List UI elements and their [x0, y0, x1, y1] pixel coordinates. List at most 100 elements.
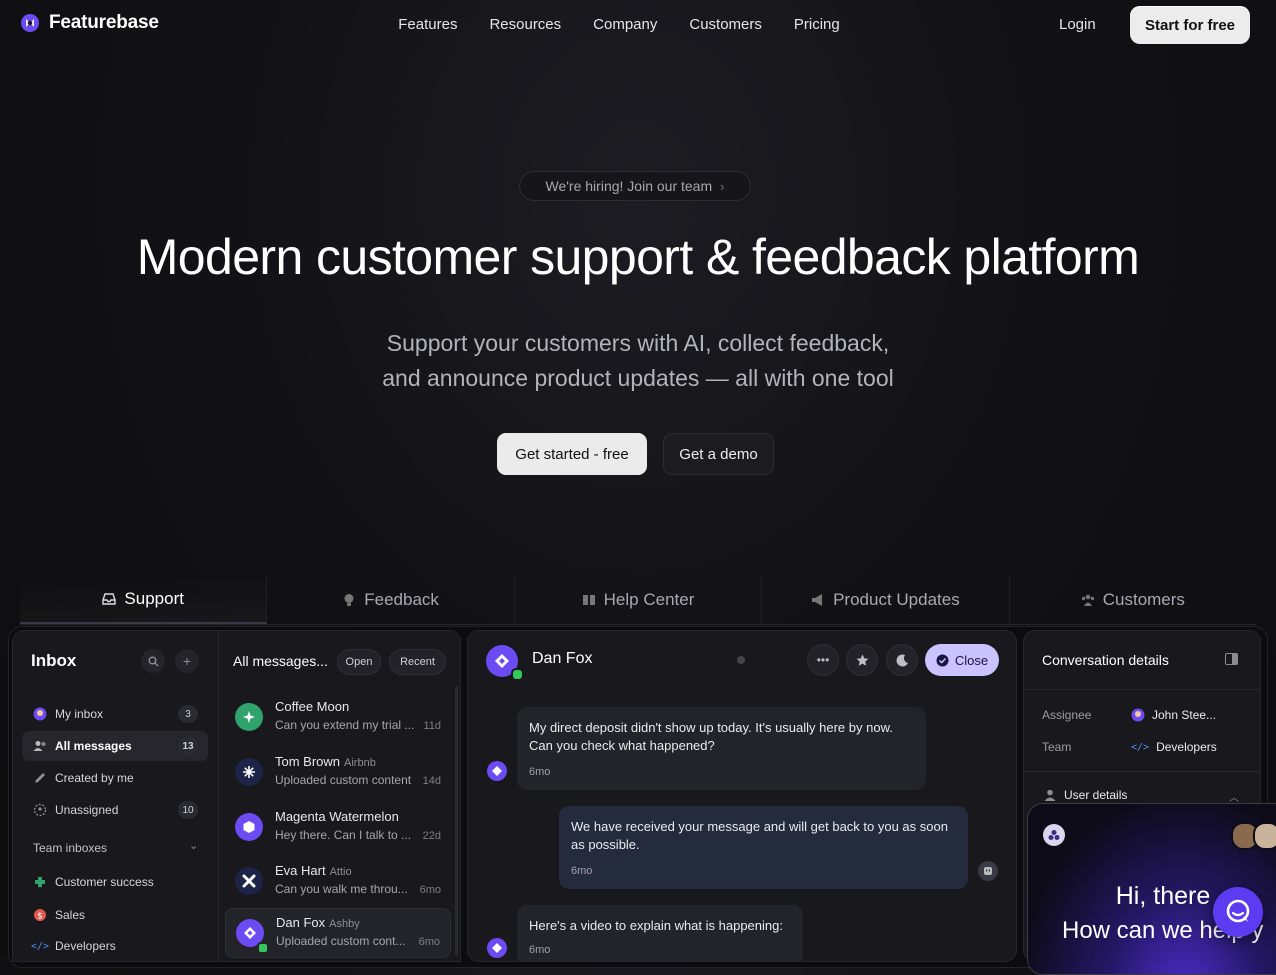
- agent-avatar: [1253, 822, 1276, 850]
- messages-header[interactable]: All messages...: [233, 653, 328, 669]
- brand-name: Featurebase: [49, 12, 159, 33]
- chevron-down-icon[interactable]: ⌄: [189, 839, 198, 852]
- conversation-company: Ashby: [329, 918, 360, 930]
- conversation-time: 22d: [422, 830, 441, 842]
- more-button[interactable]: •••: [807, 644, 839, 676]
- unassigned-icon: [33, 803, 47, 817]
- assignee-value[interactable]: John Stee...: [1131, 708, 1216, 722]
- user-icon: [1044, 789, 1056, 801]
- close-conversation-button[interactable]: Close: [925, 644, 999, 676]
- inbox-item-unassigned[interactable]: Unassigned 10: [22, 795, 208, 825]
- chat-launcher-button[interactable]: [1213, 887, 1263, 937]
- conversation-time: 6mo: [418, 936, 440, 948]
- message-text: My direct deposit didn't show up today. …: [529, 720, 893, 753]
- details-title: Conversation details: [1042, 652, 1169, 668]
- nav-link-features[interactable]: Features: [398, 16, 457, 33]
- team-inboxes-header[interactable]: Team inboxes: [33, 841, 107, 855]
- conversation-item[interactable]: Eva Hart Attio Can you walk me throu... 6…: [225, 857, 451, 907]
- conversation-preview: Can you extend my trial ...: [275, 718, 415, 732]
- tab-help-center[interactable]: Help Center: [515, 576, 763, 624]
- count-badge: 13: [178, 737, 198, 755]
- user-details-header[interactable]: User details: [1044, 788, 1127, 802]
- count-badge: 10: [178, 801, 198, 819]
- hexagon-avatar-icon: [235, 813, 263, 841]
- scrollbar[interactable]: [455, 686, 458, 956]
- code-icon: </>: [30, 940, 50, 952]
- tab-customers[interactable]: Customers: [1010, 576, 1256, 624]
- more-icon: •••: [816, 653, 830, 667]
- inbox-item-created-by-me[interactable]: Created by me: [22, 763, 208, 793]
- code-icon: </>: [1131, 741, 1150, 753]
- login-link[interactable]: Login: [1059, 16, 1096, 33]
- conversation-item[interactable]: Coffee Moon Can you extend my trial ... …: [225, 693, 451, 743]
- inbox-item-all-messages[interactable]: All messages 13: [22, 731, 208, 761]
- tab-product-updates[interactable]: Product Updates: [762, 576, 1010, 624]
- search-button[interactable]: [141, 649, 165, 673]
- inbox-item-label: My inbox: [55, 707, 104, 721]
- online-indicator: [511, 668, 524, 681]
- team-item-label: Sales: [55, 908, 86, 922]
- inbox-item-label: Created by me: [55, 771, 134, 785]
- count-badge: 3: [178, 705, 198, 723]
- chevron-up-icon[interactable]: ︿: [1229, 789, 1239, 804]
- conversation-name: Tom Brown Airbnb: [275, 754, 376, 769]
- team-item-label: Developers: [55, 939, 116, 953]
- inbox-title: Inbox: [31, 651, 77, 670]
- conversation-preview: Can you walk me throu...: [275, 882, 408, 896]
- tab-label: Help Center: [603, 590, 695, 609]
- hero-subtitle: Support your customers with AI, collect …: [0, 326, 1276, 396]
- inbox-item-my-inbox[interactable]: My inbox 3: [22, 699, 208, 729]
- megaphone-icon: [812, 594, 823, 606]
- hiring-text: We're hiring! Join our team: [545, 178, 713, 194]
- tab-support[interactable]: Support: [20, 576, 268, 624]
- team-item-label: Customer success: [55, 875, 154, 889]
- conversation-name: Magenta Watermelon: [275, 809, 399, 824]
- status-dot: [737, 656, 745, 664]
- plus-icon: +: [182, 653, 192, 669]
- team-item-customer-success[interactable]: Customer success: [22, 867, 208, 897]
- message-time: 6mo: [529, 766, 551, 778]
- message-bubble-incoming: Here's a video to explain what is happen…: [517, 905, 803, 961]
- nav-link-pricing[interactable]: Pricing: [794, 16, 840, 33]
- brand-logo[interactable]: Featurebase: [20, 12, 159, 34]
- star-avatar-icon: [235, 758, 263, 786]
- snooze-button[interactable]: [886, 644, 918, 676]
- star-button[interactable]: [846, 644, 878, 676]
- conversation-name: Dan Fox Ashby: [276, 915, 360, 930]
- get-started-button[interactable]: Get started - free: [497, 433, 647, 475]
- product-tabs: Support Feedback Help Center Product Upd…: [20, 576, 1256, 625]
- chat-contact-name: Dan Fox: [532, 650, 593, 667]
- svg-text:$: $: [37, 912, 43, 922]
- tab-label: Product Updates: [833, 590, 960, 609]
- tab-label: Customers: [1102, 590, 1185, 609]
- nav-link-company[interactable]: Company: [593, 16, 657, 33]
- team-item-developers[interactable]: </> Developers: [22, 931, 208, 961]
- team-value[interactable]: </> Developers: [1131, 740, 1217, 754]
- message-text: Here's a video to explain what is happen…: [529, 918, 783, 933]
- get-demo-button[interactable]: Get a demo: [663, 433, 774, 475]
- conversation-item[interactable]: Tom Brown Airbnb Uploaded custom content …: [225, 748, 451, 798]
- conversation-item-selected[interactable]: Dan Fox Ashby Uploaded custom cont... 6mo: [225, 908, 451, 958]
- hiring-badge[interactable]: We're hiring! Join our team ›: [519, 171, 751, 201]
- online-indicator: [257, 942, 269, 954]
- add-button[interactable]: +: [175, 649, 199, 673]
- book-icon: [582, 595, 595, 605]
- conversation-item[interactable]: Magenta Watermelon Hey there. Can I talk…: [225, 803, 451, 853]
- filter-open-button[interactable]: Open: [337, 649, 381, 675]
- puzzle-icon: [33, 875, 47, 889]
- users-icon: [33, 739, 47, 753]
- sidebar-toggle-icon[interactable]: [1225, 653, 1238, 665]
- widget-logo-icon: [1043, 824, 1065, 846]
- nav-link-customers[interactable]: Customers: [689, 16, 762, 33]
- tab-feedback[interactable]: Feedback: [267, 576, 515, 624]
- team-item-sales[interactable]: $ Sales: [22, 900, 208, 930]
- nav-link-resources[interactable]: Resources: [489, 16, 561, 33]
- chat-bubble-icon: [1226, 899, 1250, 923]
- dollar-icon: $: [33, 908, 47, 922]
- hero-title: Modern customer support & feedback platf…: [136, 229, 1140, 285]
- inbox-item-label: All messages: [55, 739, 132, 753]
- bot-avatar-icon: [978, 861, 998, 881]
- start-for-free-button[interactable]: Start for free: [1130, 6, 1250, 44]
- conversation-preview: Uploaded custom cont...: [276, 934, 406, 948]
- filter-recent-button[interactable]: Recent: [389, 649, 446, 675]
